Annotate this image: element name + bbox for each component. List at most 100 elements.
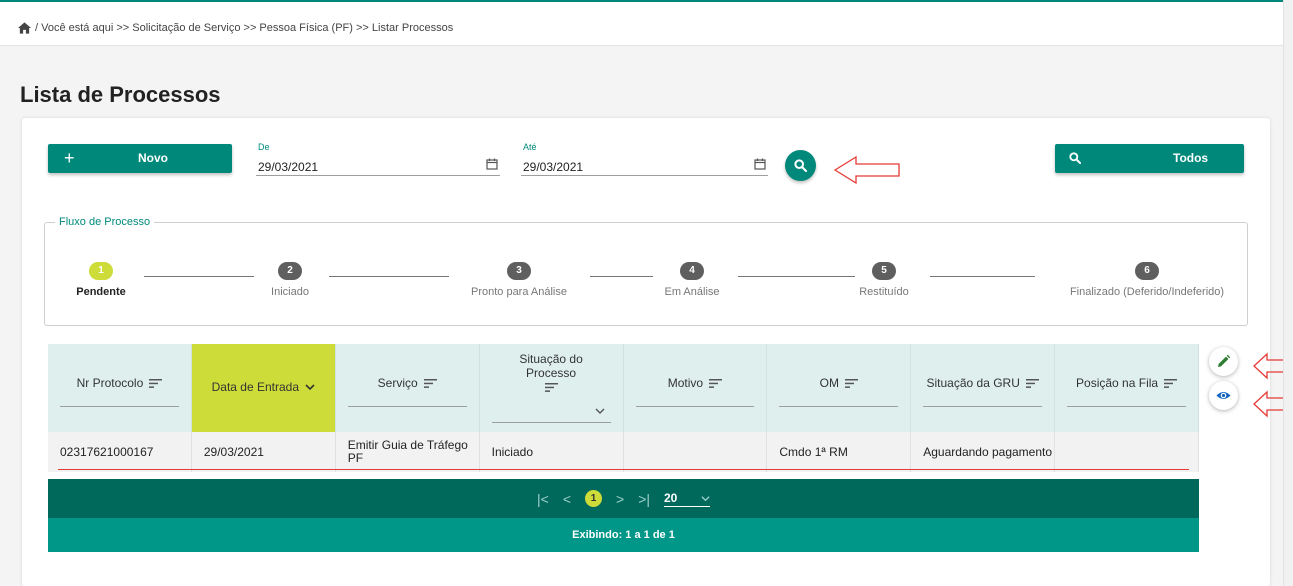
calendar-icon[interactable] xyxy=(754,158,766,170)
sort-icon[interactable] xyxy=(544,383,558,393)
column-header-nr-protocolo[interactable]: Nr Protocolo xyxy=(48,344,192,432)
view-button[interactable] xyxy=(1209,381,1238,410)
step-label: Iniciado xyxy=(271,286,309,298)
step-number: 1 xyxy=(89,262,113,280)
table-cell: 29/03/2021 xyxy=(192,432,336,472)
chevron-down-icon xyxy=(701,495,710,501)
step-connector xyxy=(738,276,855,277)
step-connector xyxy=(329,276,449,277)
next-page-icon[interactable]: > xyxy=(616,491,624,507)
ate-date-field[interactable]: Até 29/03/2021 xyxy=(521,142,768,176)
filter-underline[interactable] xyxy=(635,406,755,407)
filter-underline[interactable] xyxy=(779,406,899,407)
step-number: 6 xyxy=(1135,262,1159,280)
fluxo-legend: Fluxo de Processo xyxy=(55,216,155,228)
search-icon xyxy=(1069,152,1081,164)
todos-button-label: Todos xyxy=(1173,151,1209,165)
sort-icon[interactable] xyxy=(149,379,163,389)
todos-button[interactable]: Todos xyxy=(1055,144,1244,173)
filter-underline[interactable] xyxy=(60,406,179,407)
filter-underline[interactable] xyxy=(923,406,1043,407)
ate-date-label: Até xyxy=(523,142,537,152)
step-number: 4 xyxy=(680,262,704,280)
plus-icon: + xyxy=(64,148,75,168)
filter-underline[interactable] xyxy=(347,406,467,407)
search-icon xyxy=(794,159,807,172)
table-cell xyxy=(1055,432,1199,472)
chevron-down-icon[interactable] xyxy=(595,408,605,415)
vertical-scrollbar[interactable] xyxy=(1283,0,1293,586)
breadcrumb: / Você está aqui >> Solicitação de Servi… xyxy=(18,22,453,34)
column-header-data-de-entrada[interactable]: Data de Entrada xyxy=(191,344,336,432)
annotation-arrow-icon xyxy=(834,155,900,185)
table-row[interactable]: 02317621000167 29/03/2021 Emitir Guia de… xyxy=(48,432,1199,472)
pencil-icon xyxy=(1218,354,1231,367)
table-header: Nr Protocolo Data de Entrada Serviço Sit… xyxy=(48,344,1199,432)
de-date-value: 29/03/2021 xyxy=(258,160,319,174)
page-size-value: 20 xyxy=(664,490,678,505)
calendar-icon[interactable] xyxy=(486,158,498,170)
sort-icon[interactable] xyxy=(423,379,437,389)
sort-icon[interactable] xyxy=(1164,379,1178,389)
step-connector xyxy=(590,276,653,277)
step-pronto-para-analise[interactable]: 3 Pronto para Análise xyxy=(454,262,584,298)
column-header-posicao-na-fila[interactable]: Posição na Fila xyxy=(1055,344,1199,432)
column-header-situacao-da-gru[interactable]: Situação da GRU xyxy=(911,344,1056,432)
column-header-servico[interactable]: Serviço xyxy=(336,344,480,432)
column-header-om[interactable]: OM xyxy=(767,344,912,432)
de-date-field[interactable]: De 29/03/2021 xyxy=(256,142,500,176)
step-em-analise[interactable]: 4 Em Análise xyxy=(652,262,732,298)
column-label: Serviço xyxy=(377,376,418,390)
current-page[interactable]: 1 xyxy=(585,490,602,507)
sort-icon[interactable] xyxy=(844,379,858,389)
sort-icon[interactable] xyxy=(1025,379,1039,389)
edit-button[interactable] xyxy=(1209,347,1238,376)
last-page-icon[interactable]: >| xyxy=(638,491,650,507)
novo-button[interactable]: + Novo xyxy=(48,144,232,173)
step-label: Em Análise xyxy=(664,286,720,298)
column-label: Situação da GRU xyxy=(926,376,1020,390)
step-finalizado[interactable]: 6 Finalizado (Deferido/Indeferido) xyxy=(1052,262,1242,298)
column-label: OM xyxy=(819,376,839,390)
step-connector xyxy=(930,276,1035,277)
step-label: Pronto para Análise xyxy=(470,286,567,298)
column-header-situacao-do-processo[interactable]: Situação do Processo xyxy=(480,344,624,432)
step-pendente[interactable]: 1 Pendente xyxy=(56,262,146,298)
prev-page-icon[interactable]: < xyxy=(563,491,571,507)
chevron-down-icon[interactable] xyxy=(305,384,315,391)
column-label: Situação do Processo xyxy=(519,352,583,380)
step-number: 5 xyxy=(872,262,896,280)
table-cell: Emitir Guia de Tráfego PF xyxy=(336,432,480,472)
sort-icon[interactable] xyxy=(709,379,723,389)
eye-icon xyxy=(1216,392,1231,399)
step-label: Finalizado (Deferido/Indeferido) xyxy=(1069,286,1225,298)
column-label: Nr Protocolo xyxy=(76,376,144,390)
step-label: Restituído xyxy=(859,286,909,298)
table-cell: Iniciado xyxy=(480,432,624,472)
filter-underline[interactable] xyxy=(491,422,611,423)
search-button[interactable] xyxy=(785,150,816,181)
step-number: 3 xyxy=(507,262,531,280)
pagination-bar: |< < 1 > >| 20 xyxy=(48,479,1199,518)
table-cell xyxy=(624,432,768,472)
table-cell: Aguardando pagamento xyxy=(911,432,1056,472)
column-label: Data de Entrada xyxy=(211,380,300,394)
first-page-icon[interactable]: |< xyxy=(537,491,549,507)
column-label: Posição na Fila xyxy=(1076,376,1159,390)
de-date-label: De xyxy=(258,142,270,152)
step-iniciado[interactable]: 2 Iniciado xyxy=(245,262,335,298)
step-label: Pendente xyxy=(76,286,126,298)
novo-button-label: Novo xyxy=(138,151,168,165)
home-icon[interactable] xyxy=(18,22,31,34)
step-connector xyxy=(144,276,254,277)
filter-underline[interactable] xyxy=(1067,406,1186,407)
ate-date-value: 29/03/2021 xyxy=(523,160,584,174)
page-size-select[interactable]: 20 xyxy=(664,491,710,507)
column-header-motivo[interactable]: Motivo xyxy=(624,344,768,432)
top-bar: / Você está aqui >> Solicitação de Servi… xyxy=(0,0,1283,46)
table-cell: 02317621000167 xyxy=(48,432,192,472)
step-restituido[interactable]: 5 Restituído xyxy=(839,262,929,298)
table-cell: Cmdo 1ª RM xyxy=(767,432,912,472)
column-label: Motivo xyxy=(667,376,704,390)
breadcrumb-text: / Você está aqui >> Solicitação de Servi… xyxy=(35,22,454,34)
